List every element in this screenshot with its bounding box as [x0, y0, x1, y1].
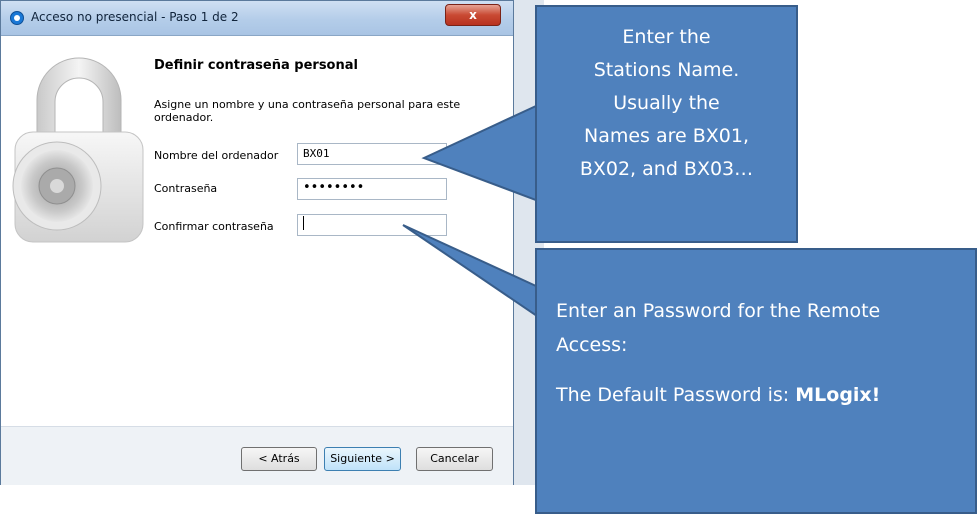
- password-callout-default: The Default Password is: MLogix!: [556, 378, 955, 412]
- callout-line: Names are BX01,: [583, 125, 750, 147]
- callout-line: Usually the: [613, 92, 720, 114]
- window-title: Acceso no presencial - Paso 1 de 2: [31, 10, 239, 24]
- password-label: Contraseña: [154, 182, 218, 195]
- cancel-button[interactable]: Cancelar: [416, 447, 493, 471]
- station-name-callout: Enter the Stations Name. Usually the Nam…: [535, 5, 798, 243]
- password-callout-instruction: Enter an Password for the Remote Access:: [556, 300, 881, 356]
- wizard-footer: < Atrás Siguiente > Cancelar: [1, 426, 513, 485]
- next-button[interactable]: Siguiente >: [324, 447, 401, 471]
- close-button[interactable]: x: [445, 4, 501, 26]
- password-input[interactable]: ••••••••: [297, 178, 447, 200]
- callout-line: Enter the: [622, 26, 711, 48]
- page-description: Asigne un nombre y una contraseña person…: [154, 98, 461, 124]
- page-heading: Definir contraseña personal: [154, 58, 358, 73]
- callout-line: Stations Name.: [593, 59, 740, 81]
- wizard-window: Acceso no presencial - Paso 1 de 2 x Def…: [0, 0, 514, 485]
- computer-name-input[interactable]: BX01: [297, 143, 447, 165]
- padlock-icon: [12, 57, 144, 243]
- title-bar[interactable]: Acceso no presencial - Paso 1 de 2 x: [1, 1, 513, 36]
- text-caret: [303, 216, 304, 230]
- wizard-content: Definir contraseña personal Asigne un no…: [1, 36, 513, 426]
- callout-line: BX02, and BX03…: [579, 158, 754, 180]
- confirm-password-label: Confirmar contraseña: [154, 220, 274, 233]
- confirm-password-input[interactable]: [297, 214, 447, 236]
- default-password-prefix: The Default Password is:: [556, 384, 796, 406]
- password-callout: Enter an Password for the Remote Access:…: [535, 248, 977, 514]
- computer-name-label: Nombre del ordenador: [154, 149, 279, 162]
- back-button[interactable]: < Atrás: [241, 447, 317, 471]
- teamviewer-icon: [10, 11, 24, 25]
- default-password-value: MLogix!: [795, 384, 881, 406]
